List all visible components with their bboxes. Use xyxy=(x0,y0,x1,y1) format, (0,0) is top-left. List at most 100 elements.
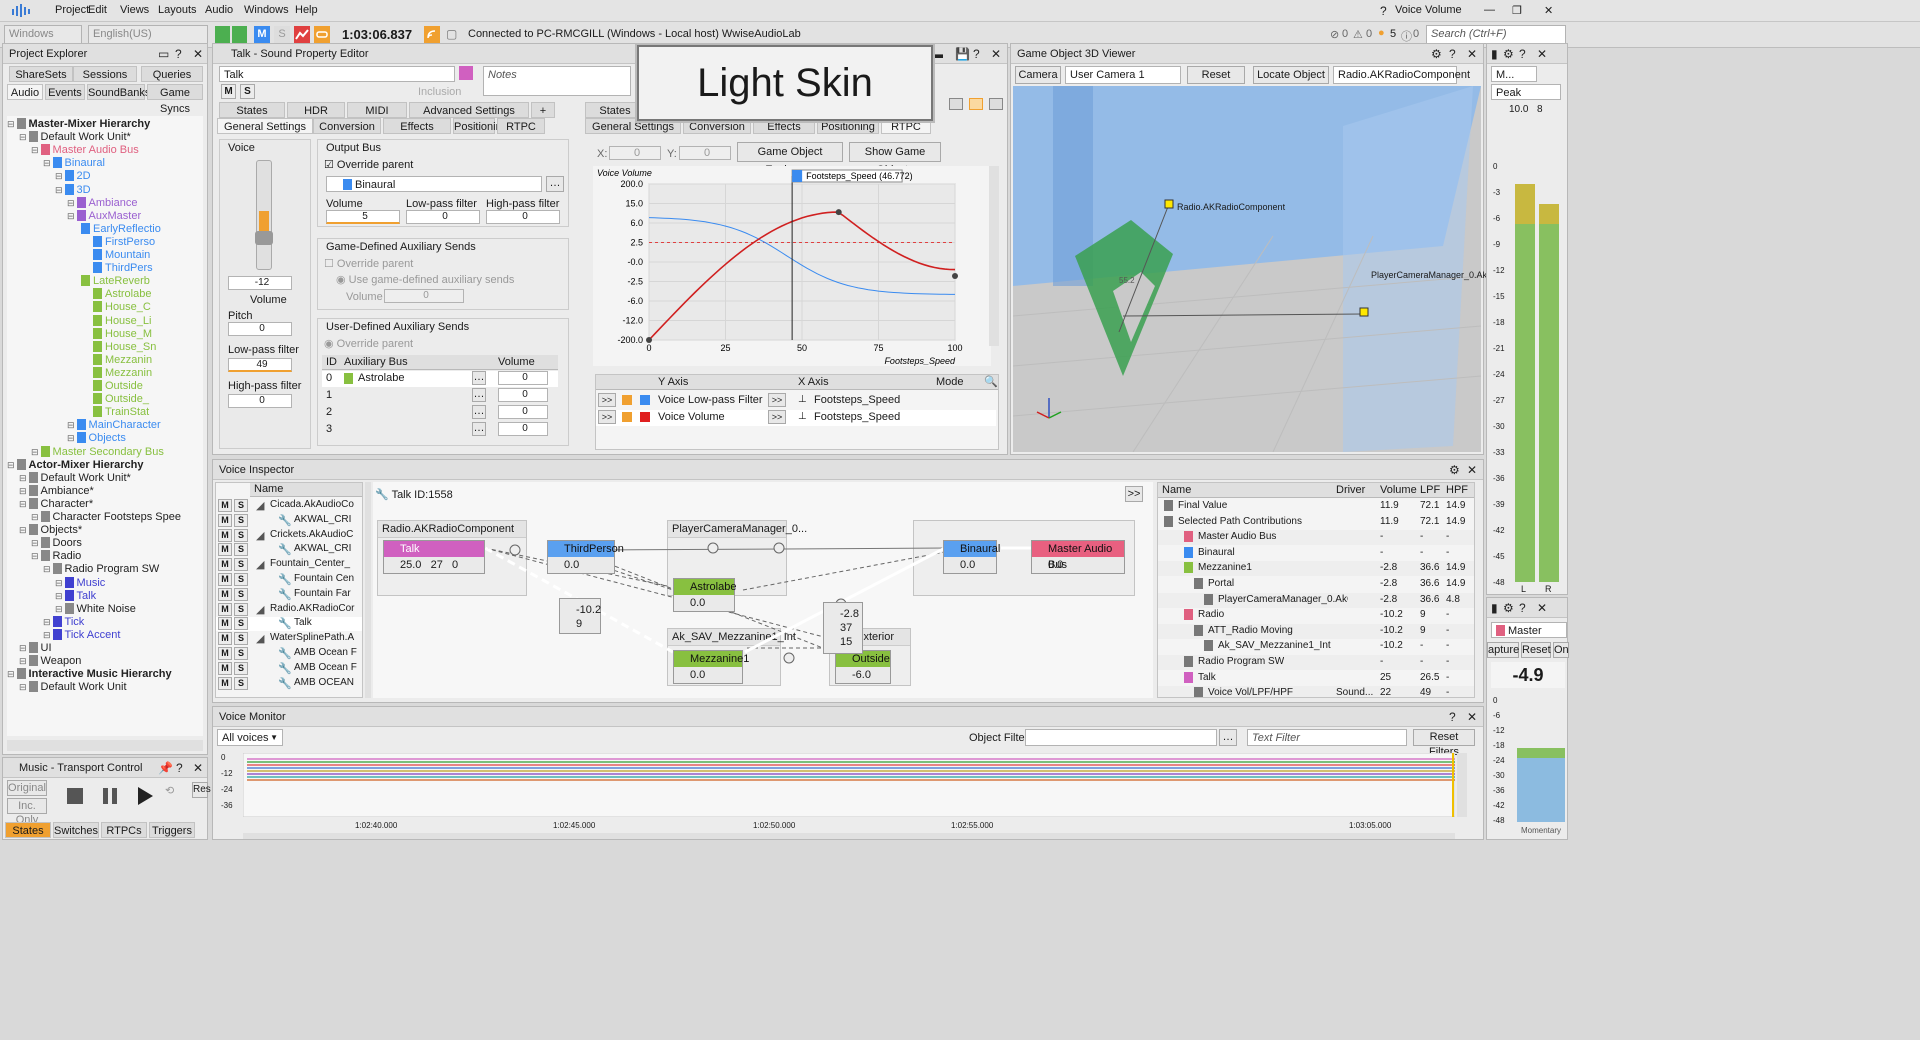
mute-button[interactable]: M xyxy=(218,602,232,616)
capture-button[interactable]: apture xyxy=(1487,642,1519,658)
mute-button[interactable]: M xyxy=(221,84,236,99)
volume-slider[interactable] xyxy=(255,160,273,270)
profiler-icon[interactable] xyxy=(294,26,310,43)
expand-row-button[interactable]: >> xyxy=(598,393,616,407)
voice-monitor-graph[interactable] xyxy=(243,753,1455,817)
search-icon[interactable]: 🔍 xyxy=(984,375,998,390)
help-icon[interactable]: ? xyxy=(175,44,182,64)
voice-list-item[interactable]: M S ◢ Crickets.AkAudioC xyxy=(216,528,362,543)
explorer-tab-queries[interactable]: Queries xyxy=(141,66,203,82)
expander-icon[interactable]: ⊟ xyxy=(43,158,51,168)
ud-row-volume[interactable]: 0 xyxy=(498,371,548,385)
expander-icon[interactable]: ⊟ xyxy=(31,145,39,155)
close-panel-icon[interactable]: ✕ xyxy=(991,44,1001,64)
mute-button[interactable]: M xyxy=(218,573,232,586)
show-game-objects-button[interactable]: Show Game Objects xyxy=(849,142,941,176)
reset-loudness-button[interactable]: Reset xyxy=(1521,642,1551,658)
menu-views[interactable]: Views xyxy=(120,4,149,16)
solo-button[interactable]: S xyxy=(234,661,248,675)
layout-single-icon[interactable] xyxy=(949,98,963,110)
language-select[interactable]: English(US) (Reference) xyxy=(88,25,208,56)
solo-button[interactable]: S xyxy=(234,647,248,660)
property-tab-+[interactable]: + xyxy=(531,102,555,118)
close-panel-icon[interactable]: ✕ xyxy=(1467,44,1477,64)
browse-object-button[interactable]: … xyxy=(1219,729,1237,746)
expander-icon[interactable]: ⊟ xyxy=(19,499,27,509)
expander-icon[interactable]: ⊟ xyxy=(19,656,27,666)
property-tab-states[interactable]: States xyxy=(219,102,285,118)
rtpc-graph[interactable]: Voice Volume200.0 15.0 6.0 2.5 -0.0 -2.5 -6.0 -… xyxy=(593,166,991,366)
close-panel-icon[interactable]: ✕ xyxy=(1537,44,1547,64)
voice-list-item[interactable]: M S 🔧 AMB OCEAN xyxy=(216,676,362,691)
expander-icon[interactable]: ⊟ xyxy=(19,473,27,483)
text-filter-input[interactable]: Text Filter xyxy=(1247,729,1407,746)
help-icon[interactable]: ? xyxy=(1449,44,1456,64)
node-master-bus[interactable]: Master Audio Bus 0.0 xyxy=(1031,540,1125,574)
solo-button[interactable]: S xyxy=(234,617,248,631)
gear-icon[interactable]: ⚙ xyxy=(1449,460,1460,480)
expander-icon[interactable]: ⊟ xyxy=(19,682,27,692)
meter-icon[interactable]: ▮ xyxy=(1491,44,1498,64)
menu-project[interactable]: Project xyxy=(55,4,89,16)
ob-volume-value[interactable]: 5 xyxy=(326,210,400,224)
error-icon[interactable]: ⊘ xyxy=(1330,28,1339,41)
pause-icon[interactable] xyxy=(103,788,108,804)
contribution-row[interactable]: Voice Vol/LPF/HPF Sound... 22 49 - xyxy=(1158,686,1474,697)
explorer-tab-sessions[interactable]: Sessions xyxy=(73,66,137,82)
help-icon[interactable]: ? xyxy=(1519,598,1526,618)
expander-icon[interactable]: ⊟ xyxy=(67,211,75,221)
3d-scene[interactable] xyxy=(1013,86,1481,452)
explorer-tab-sharesets[interactable]: ShareSets xyxy=(9,66,73,82)
contribution-row[interactable]: Radio Program SW - - - xyxy=(1158,655,1474,670)
expander-icon[interactable]: ⊟ xyxy=(43,630,51,640)
ud-row-volume[interactable]: 0 xyxy=(498,422,548,436)
meter-peak-select[interactable]: Peak xyxy=(1491,84,1561,100)
close-icon[interactable]: ✕ xyxy=(1544,4,1553,17)
monitor-vscroll[interactable] xyxy=(1457,753,1467,817)
object-field[interactable]: Radio.AKRadioComponent xyxy=(1333,66,1470,84)
expander-icon[interactable]: ⊟ xyxy=(7,460,15,470)
transport-tab-triggers[interactable]: Triggers xyxy=(149,822,195,838)
voices-filter-select[interactable]: All voices ▼ xyxy=(217,729,283,746)
mute-button[interactable]: M xyxy=(218,632,232,646)
play-state-indicator[interactable] xyxy=(215,26,230,43)
locate-object-menu[interactable]: Locate Object > xyxy=(1253,66,1329,97)
original-button[interactable]: Original xyxy=(7,780,47,796)
minimize-icon[interactable]: — xyxy=(1484,4,1495,16)
solo-button[interactable]: S xyxy=(234,528,248,542)
mute-button[interactable]: M xyxy=(218,617,232,631)
help-icon[interactable]: ? xyxy=(1519,44,1526,64)
message-icon[interactable]: ● xyxy=(1378,27,1385,39)
horizontal-scrollbar[interactable] xyxy=(7,740,203,751)
on-button[interactable]: On xyxy=(1553,642,1569,658)
expand-x-button[interactable]: >> xyxy=(768,410,786,424)
radio-emitter-icon[interactable] xyxy=(1164,199,1174,209)
graph-vscroll[interactable] xyxy=(989,166,999,346)
mute-button[interactable]: M xyxy=(218,543,232,557)
mute-button[interactable]: M xyxy=(218,661,232,675)
transport-tab-rtpcs[interactable]: RTPCs xyxy=(101,822,147,838)
menu-windows[interactable]: Windows xyxy=(244,4,289,16)
expander-icon[interactable]: ⊟ xyxy=(31,512,39,522)
node-thirdperson[interactable]: ThirdPerson 0.0 xyxy=(547,540,624,574)
contribution-row[interactable]: Portal -2.8 36.6 14.9 xyxy=(1158,577,1474,592)
menu-audio[interactable]: Audio xyxy=(205,4,233,16)
menu-edit[interactable]: Edit xyxy=(88,4,107,16)
expander-icon[interactable]: ⊟ xyxy=(43,617,51,627)
voice-list-item[interactable]: M S 🔧 Talk xyxy=(216,617,362,632)
solo-button[interactable]: S xyxy=(234,602,248,616)
x-value[interactable]: 0 xyxy=(609,146,661,160)
user-camera-field[interactable]: User Camera 1 xyxy=(1065,66,1181,84)
object-name-field[interactable]: Talk xyxy=(219,66,455,82)
solo-button[interactable]: S xyxy=(240,84,255,99)
property-tab-advanced-settings[interactable]: Advanced Settings xyxy=(409,102,529,118)
contribution-row[interactable]: Radio -10.2 9 - xyxy=(1158,608,1474,623)
expand-x-button[interactable]: >> xyxy=(768,393,786,407)
transport-tab-switches[interactable]: Switches xyxy=(53,822,99,838)
browse-bus-button[interactable]: … xyxy=(546,176,564,192)
hpf-value[interactable]: 0 xyxy=(228,394,292,408)
ob-hpf-value[interactable]: 0 xyxy=(486,210,560,224)
notes-field[interactable]: Notes xyxy=(483,66,631,96)
pin-icon[interactable] xyxy=(622,395,632,405)
ud-row-volume[interactable]: 0 xyxy=(498,388,548,402)
